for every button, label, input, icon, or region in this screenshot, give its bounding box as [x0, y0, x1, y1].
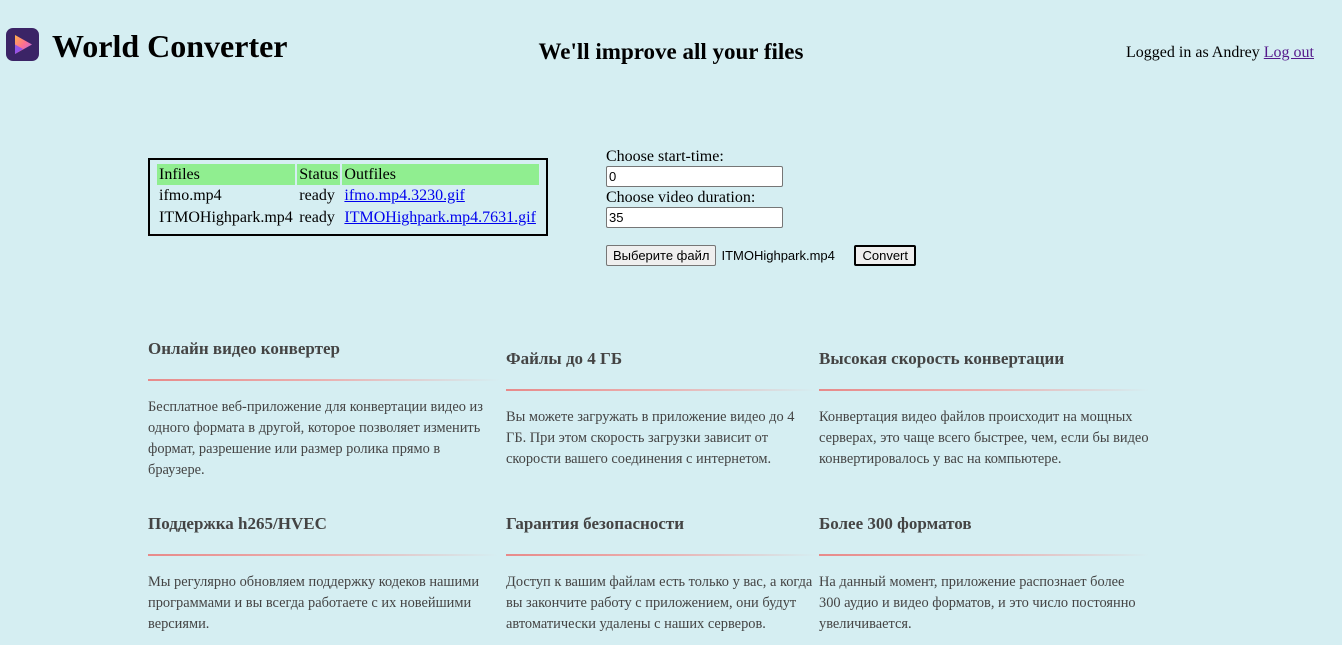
- status-cell: ready: [299, 187, 335, 204]
- duration-input[interactable]: [606, 207, 783, 228]
- table-header-row: Infiles Status Outfiles: [157, 164, 539, 185]
- feature-title: Высокая скорость конвертации: [819, 349, 1065, 368]
- feature-card: Файлы до 4 ГБ Вы можете загружать в прил…: [506, 348, 816, 470]
- user-session: Logged in as Andrey Log out: [1126, 43, 1314, 63]
- column-header-infiles: Infiles: [157, 164, 296, 185]
- logout-link[interactable]: Log out: [1264, 44, 1314, 61]
- outfile-link[interactable]: ITMOHighpark.mp4.7631.gif: [344, 209, 536, 226]
- feature-divider: [506, 554, 818, 556]
- feature-divider: [819, 389, 1149, 391]
- feature-text: Вы можете загружать в приложение видео д…: [506, 409, 795, 467]
- feature-text: Бесплатное веб-приложение для конвертаци…: [148, 399, 483, 478]
- feature-text: На данный момент, приложение распознает …: [819, 574, 1136, 632]
- feature-title: Поддержка h265/HVEC: [148, 514, 327, 533]
- feature-divider: [148, 379, 500, 381]
- convert-form: Choose start-time: Choose video duration…: [606, 148, 916, 266]
- infile-cell: ITMOHighpark.mp4: [159, 209, 293, 226]
- feature-divider: [148, 554, 498, 556]
- feature-text: Конвертация видео файлов происходит на м…: [819, 409, 1149, 467]
- feature-title: Более 300 форматов: [819, 514, 972, 533]
- status-cell: ready: [299, 209, 335, 226]
- start-time-label: Choose start-time:: [606, 148, 724, 165]
- selected-file-name: ITMOHighpark.mp4: [721, 248, 835, 263]
- file-picker-row: Выберите файл ITMOHighpark.mp4 Convert: [606, 245, 916, 266]
- logged-in-text: Logged in as Andrey: [1126, 44, 1260, 61]
- feature-card: Онлайн видео конвертер Бесплатное веб-пр…: [148, 338, 500, 481]
- files-table: Infiles Status Outfiles ifmo.mp4 ready i…: [148, 158, 548, 236]
- feature-text: Доступ к вашим файлам есть только у вас,…: [506, 574, 813, 632]
- start-time-input[interactable]: [606, 166, 783, 187]
- feature-text: Мы регулярно обновляем поддержку кодеков…: [148, 574, 480, 632]
- column-header-outfiles: Outfiles: [342, 164, 539, 185]
- table-row: ifmo.mp4 ready ifmo.mp4.3230.gif: [157, 185, 539, 207]
- feature-card: Поддержка h265/HVEC Мы регулярно обновля…: [148, 513, 498, 635]
- feature-card: Гарантия безопасности Доступ к вашим фай…: [506, 513, 818, 635]
- infile-cell: ifmo.mp4: [159, 187, 222, 204]
- feature-divider: [819, 554, 1149, 556]
- convert-button[interactable]: Convert: [854, 245, 916, 266]
- feature-title: Онлайн видео конвертер: [148, 339, 340, 358]
- table-row: ITMOHighpark.mp4 ready ITMOHighpark.mp4.…: [157, 207, 539, 229]
- outfile-cell: ifmo.mp4.3230.gif: [342, 185, 539, 207]
- feature-title: Файлы до 4 ГБ: [506, 349, 623, 368]
- column-header-status: Status: [297, 164, 341, 185]
- choose-file-button[interactable]: Выберите файл: [606, 245, 717, 266]
- feature-divider: [506, 389, 816, 391]
- outfile-link[interactable]: ifmo.mp4.3230.gif: [344, 187, 464, 204]
- feature-card: Более 300 форматов На данный момент, при…: [819, 513, 1149, 635]
- feature-title: Гарантия безопасности: [506, 514, 685, 533]
- duration-label: Choose video duration:: [606, 189, 756, 206]
- outfile-cell: ITMOHighpark.mp4.7631.gif: [342, 207, 539, 229]
- feature-card: Высокая скорость конвертации Конвертация…: [819, 348, 1149, 470]
